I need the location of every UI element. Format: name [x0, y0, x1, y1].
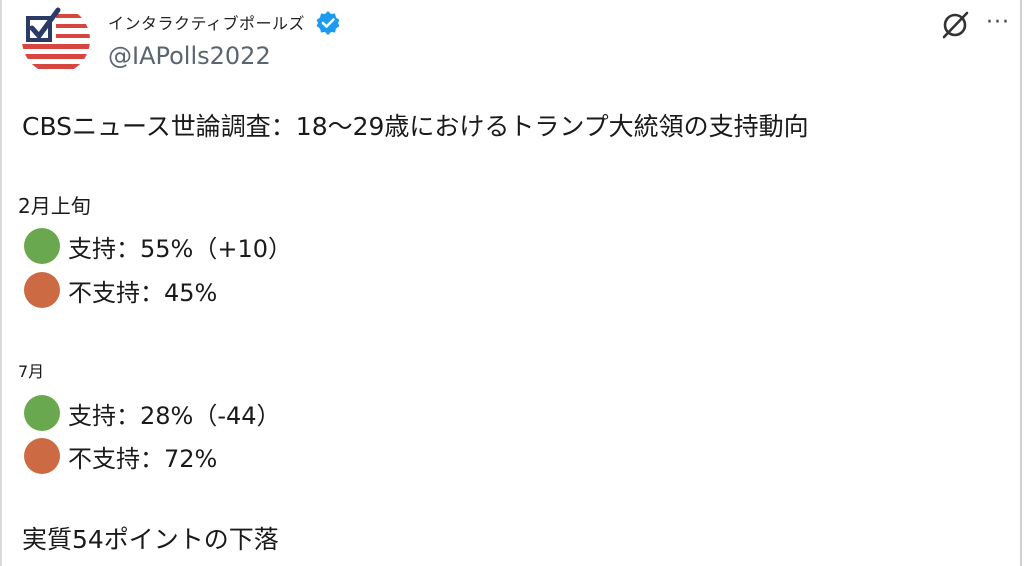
stat-row-feb-support: 支持：55%（+10）: [24, 228, 292, 264]
post-headline: CBSニュース世論調査：18〜29歳におけるトランプ大統領の支持動向: [22, 112, 809, 141]
stat-text: 支持：55%（+10）: [68, 234, 292, 263]
slashed-circle-icon[interactable]: [940, 10, 970, 40]
verified-badge-icon: [316, 11, 340, 35]
orange-circle-icon: [24, 438, 60, 474]
stat-text: 不支持：72%: [68, 444, 218, 473]
more-options-icon[interactable]: ···: [986, 10, 1018, 36]
display-name[interactable]: インタラクティブポールズ: [108, 10, 305, 34]
orange-circle-icon: [24, 272, 60, 308]
stat-row-feb-oppose: 不支持：45%: [24, 272, 217, 308]
green-circle-icon: [24, 228, 60, 264]
stat-row-jul-support: 支持：28%（-44）: [24, 395, 281, 431]
avatar[interactable]: [20, 4, 92, 76]
stat-text: 不支持：45%: [68, 278, 218, 307]
stat-text: 支持：28%（-44）: [68, 401, 281, 430]
period-label-february: 2月上旬: [18, 194, 91, 218]
period-label-july: 7月: [18, 362, 45, 381]
stat-row-jul-oppose: 不支持：72%: [24, 438, 217, 474]
post-summary: 実質54ポイントの下落: [22, 525, 279, 554]
green-circle-icon: [24, 395, 60, 431]
handle[interactable]: @IAPolls2022: [108, 42, 271, 70]
